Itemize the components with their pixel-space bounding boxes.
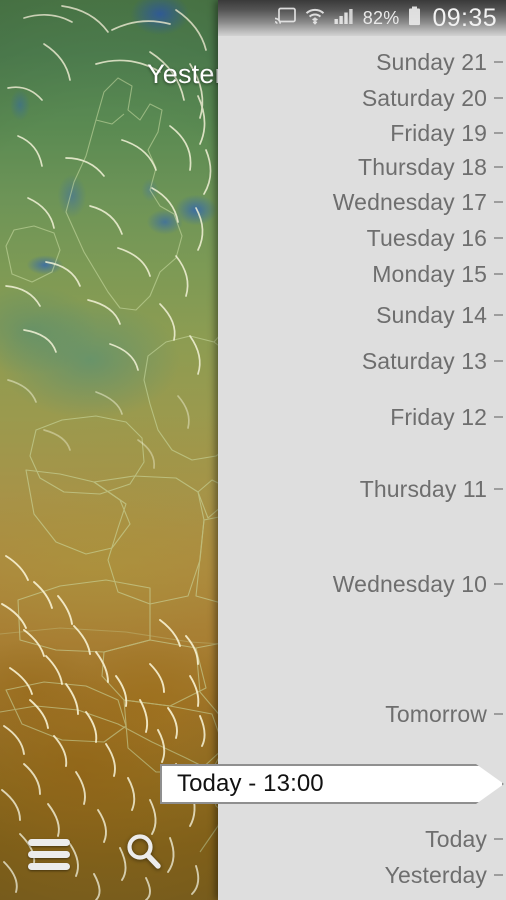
timeline-tick-mark [494,237,503,239]
timeline-tick-mark [494,488,503,490]
timeline-day-row[interactable]: Tuesday 16 [218,225,506,251]
timeline-day-label: Yesterday [384,861,487,888]
battery-percent-label: 82% [362,7,400,28]
timeline-tick-mark [494,314,503,316]
current-time-label: Today - 13:00 [177,770,324,797]
timeline-tick-mark [494,166,503,168]
timeline-day-row[interactable]: Saturday 13 [218,348,506,374]
timeline-day-label: Monday 15 [372,260,487,287]
timeline-day-label: Sunday 14 [376,301,487,328]
timeline-tick-mark [494,583,503,585]
timeline-tick-mark [494,416,503,418]
timeline-day-label: Thursday 18 [358,153,487,180]
cellular-signal-icon [334,7,354,30]
map-controls [0,800,218,900]
timeline-day-label: Thursday 11 [359,475,487,502]
timeline-day-row[interactable]: Thursday 11 [218,476,506,502]
timeline-tick-mark [494,360,503,362]
timeline-day-row[interactable]: Saturday 20 [218,85,506,111]
battery-full-icon [408,6,421,31]
timeline-tick-mark [494,713,503,715]
weather-app-screen: Yesterday Sunday 21 Saturday 20 Friday 19 T… [0,0,506,900]
timeline-day-label: Friday 12 [390,403,487,430]
wifi-transfer-icon [305,7,325,30]
timeline-day-row[interactable]: Tomorrow [218,701,506,727]
timeline-day-label: Saturday 13 [361,347,487,374]
timeline-day-row[interactable]: Yesterday [218,862,506,888]
menu-bar-bottom [28,863,70,870]
timeline-day-label: Friday 19 [390,119,487,146]
timeline-day-label: Today [425,825,487,852]
search-icon[interactable] [122,830,166,874]
timeline-tick-mark [494,874,503,876]
timeline-day-row[interactable]: Friday 12 [218,404,506,430]
timeline-day-label: Saturday 20 [361,84,487,111]
timeline-day-row[interactable]: Wednesday 10 [218,571,506,597]
timeline-day-label: Tuesday 16 [366,224,487,251]
menu-bar-top [28,839,70,846]
timeline-tick-mark [494,838,503,840]
timeline-day-row[interactable]: Wednesday 17 [218,189,506,215]
timeline-tick-mark [494,201,503,203]
screen-cast-icon [273,7,296,30]
timeline-day-row[interactable]: Sunday 21 [218,49,506,75]
timeline-day-label: Wednesday 17 [332,188,487,215]
timeline-tick-mark [494,273,503,275]
current-time-pointer[interactable]: Today - 13:00 [160,764,504,804]
timeline-day-row[interactable]: Today [218,826,506,852]
timeline-tick-mark [494,132,503,134]
timeline-day-row[interactable]: Friday 19 [218,120,506,146]
timeline-day-row[interactable]: Thursday 18 [218,154,506,180]
timeline-day-row[interactable]: Monday 15 [218,261,506,287]
menu-bar-middle [28,851,70,858]
status-clock: 09:35 [432,3,497,32]
timeline-day-label: Sunday 21 [376,48,487,75]
android-status-bar: 82% 09:35 [218,0,506,36]
timeline-tick-mark [494,61,503,63]
timeline-day-label: Tomorrow [385,700,487,727]
hamburger-menu-icon[interactable] [28,839,70,871]
timeline-day-row[interactable]: Sunday 14 [218,302,506,328]
timeline-tick-mark [494,97,503,99]
timeline-day-label: Wednesday 10 [332,570,487,597]
